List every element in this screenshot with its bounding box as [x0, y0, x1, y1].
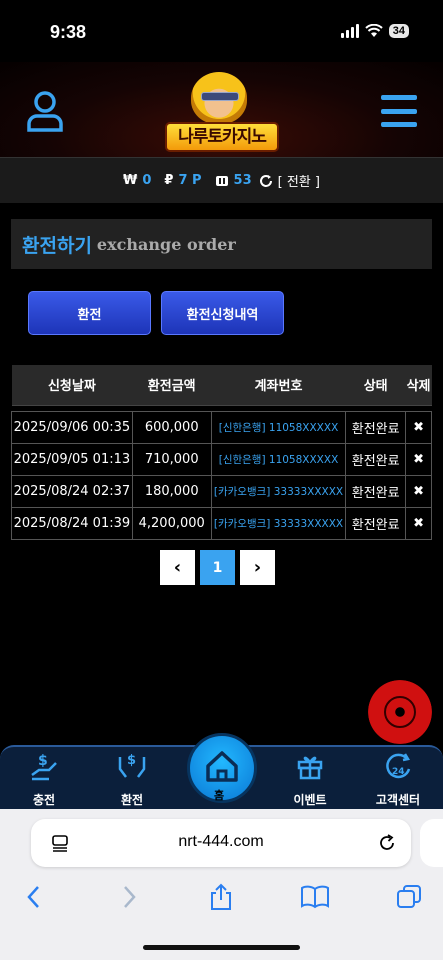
bookmarks-icon[interactable]: [300, 885, 330, 909]
cell-account: [카카오뱅크] 33333XXXXX: [210, 474, 347, 508]
forward-icon[interactable]: [121, 885, 137, 909]
table-header-row: 신청날짜 환전금액 계좌번호 상태 삭제: [11, 365, 432, 406]
delete-icon[interactable]: ✖: [405, 506, 432, 540]
deposit-icon: $: [31, 753, 57, 781]
won-balance: 0: [142, 173, 152, 188]
page-number-button[interactable]: 1: [200, 550, 235, 585]
status-bar: 9:38 34: [0, 0, 443, 62]
prev-page-button[interactable]: ‹: [160, 550, 195, 585]
column-header-status: 상태: [345, 365, 406, 406]
user-icon: [27, 91, 63, 132]
chip-balance: 53: [233, 173, 252, 188]
nav-label-support: 고객센터: [375, 793, 421, 807]
logo-text: 나루토카지노: [165, 122, 279, 152]
column-header-date: 신청날짜: [11, 365, 133, 406]
cell-date: 2025/09/05 01:13: [11, 442, 133, 476]
table-row: 2025/09/05 01:13 710,000 [신한은행] 11058XXX…: [11, 442, 432, 476]
cell-amount: 600,000: [131, 410, 212, 444]
svg-text:$: $: [127, 753, 136, 768]
column-header-amount: 환전금액: [132, 365, 212, 406]
user-account-button[interactable]: [26, 90, 64, 132]
cell-date: 2025/08/24 01:39: [11, 506, 133, 540]
column-header-account: 계좌번호: [211, 365, 346, 406]
battery-icon: 34: [388, 24, 409, 38]
nav-item-charge[interactable]: $ 충전: [4, 751, 84, 808]
table-row: 2025/09/06 00:35 600,000 [신한은행] 11058XXX…: [11, 410, 432, 444]
cell-account: [신한은행] 11058XXXXX: [210, 410, 347, 444]
status-time: 9:38: [50, 22, 87, 42]
nav-item-exchange[interactable]: $ 환전: [92, 751, 172, 808]
menu-line: [381, 122, 417, 127]
home-icon: [206, 751, 238, 782]
back-icon[interactable]: [26, 885, 42, 909]
hamburger-menu-button[interactable]: [381, 95, 417, 127]
reload-icon[interactable]: [377, 833, 397, 853]
point-icon: ₽: [164, 173, 174, 188]
delete-icon[interactable]: ✖: [405, 474, 432, 508]
site-header: 나루토카지노: [0, 62, 443, 157]
share-icon[interactable]: [209, 883, 233, 911]
pagination: ‹ 1 ›: [160, 550, 275, 585]
url-text: nrt-444.com: [178, 833, 264, 850]
nav-item-support[interactable]: 24 고객센터: [358, 751, 438, 808]
cell-date: 2025/09/06 00:35: [11, 410, 133, 444]
exchange-history-table: 신청날짜 환전금액 계좌번호 상태 삭제 2025/09/06 00:35 60…: [11, 365, 432, 540]
exchange-tab-button[interactable]: 환전: [28, 291, 151, 335]
nav-label-home: 홈: [214, 789, 225, 802]
chip-icon: [215, 175, 228, 186]
table-row: 2025/08/24 01:39 4,200,000 [카카오뱅크] 33333…: [11, 506, 432, 540]
column-header-delete: 삭제: [405, 365, 432, 406]
cell-status: 환전완료: [345, 410, 407, 444]
tabs-icon[interactable]: [396, 884, 422, 910]
svg-text:24: 24: [392, 767, 405, 777]
cell-amount: 180,000: [131, 474, 212, 508]
title-korean: 환전하기: [22, 234, 92, 257]
site-logo[interactable]: 나루토카지노: [165, 70, 279, 154]
title-english: exchange order: [96, 234, 236, 254]
gift-icon: [297, 756, 323, 780]
nav-label-charge: 충전: [32, 793, 56, 807]
balance-bar: ₩ 0 ₽ 7 P 53 [ 전환 ]: [0, 157, 443, 203]
next-page-button[interactable]: ›: [240, 550, 275, 585]
status-icons: 34: [340, 24, 409, 38]
cell-amount: 710,000: [131, 442, 212, 476]
nav-item-event[interactable]: 이벤트: [270, 751, 350, 808]
menu-line: [381, 108, 417, 114]
sharingan-icon: [384, 696, 416, 728]
cell-date: 2025/08/24 02:37: [11, 474, 133, 508]
svg-text:$: $: [38, 753, 48, 769]
browser-toolbar: nrt-444.com: [0, 809, 443, 960]
delete-icon[interactable]: ✖: [405, 442, 432, 476]
cell-status: 환전완료: [345, 474, 407, 508]
refresh-icon[interactable]: [259, 174, 273, 188]
support-24h-icon: 24: [386, 753, 411, 779]
point-balance: 7 P: [178, 173, 202, 188]
menu-line: [381, 95, 417, 100]
cell-amount: 4,200,000: [131, 506, 212, 540]
cell-status: 환전완료: [345, 506, 407, 540]
page-title: 환전하기 exchange order: [11, 219, 432, 269]
wifi-icon: [365, 24, 383, 37]
next-tab-preview[interactable]: [420, 819, 443, 867]
cell-status: 환전완료: [345, 442, 407, 476]
address-bar[interactable]: nrt-444.com: [31, 819, 411, 867]
table-row: 2025/08/24 02:37 180,000 [카카오뱅크] 33333XX…: [11, 474, 432, 508]
signal-icon: [340, 24, 359, 38]
logo-headband: [201, 92, 239, 101]
switch-button[interactable]: [ 전환 ]: [278, 171, 320, 190]
won-icon: ₩: [123, 173, 138, 188]
cell-account: [신한은행] 11058XXXXX: [210, 442, 347, 476]
exchange-history-tab-button[interactable]: 환전신청내역: [161, 291, 284, 335]
delete-icon[interactable]: ✖: [405, 410, 432, 444]
withdraw-icon: $: [118, 753, 146, 778]
nav-label-event: 이벤트: [293, 793, 327, 807]
home-indicator: [143, 945, 300, 950]
nav-label-exchange: 환전: [120, 793, 144, 807]
cell-account: [카카오뱅크] 33333XXXXX: [210, 506, 347, 540]
sharingan-floating-button[interactable]: [368, 680, 432, 744]
